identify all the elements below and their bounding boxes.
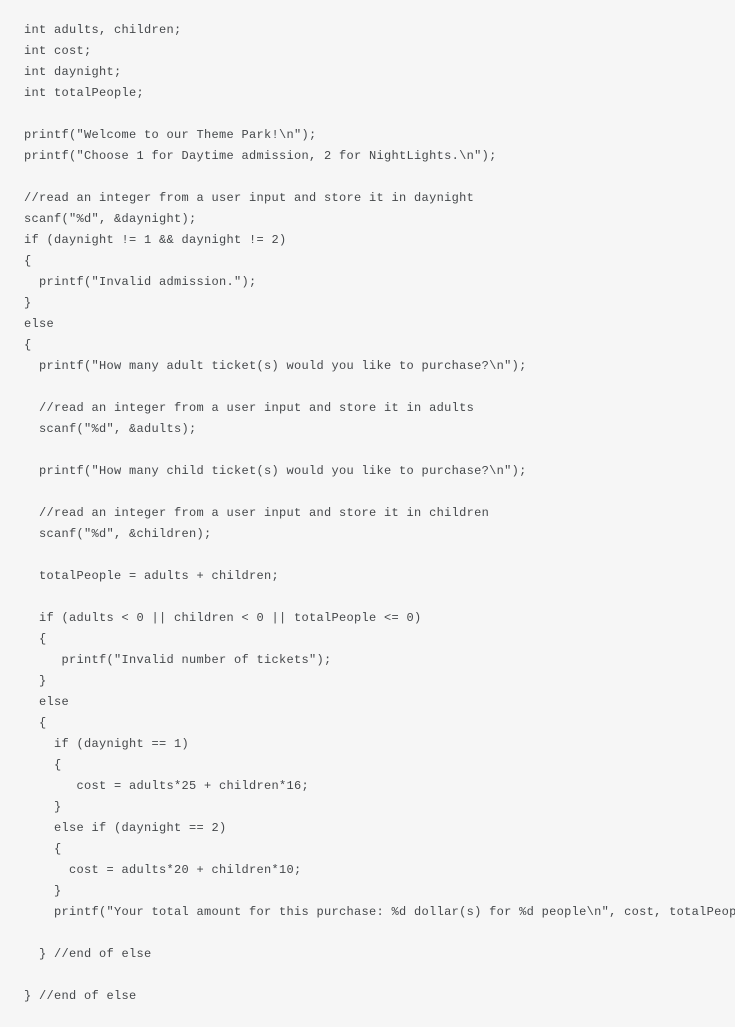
code-line	[24, 545, 711, 566]
code-line	[24, 440, 711, 461]
code-line	[24, 965, 711, 986]
code-line: }	[24, 671, 711, 692]
code-line: {	[24, 251, 711, 272]
code-line: }	[24, 881, 711, 902]
code-line	[24, 377, 711, 398]
code-line: printf("Invalid number of tickets");	[24, 650, 711, 671]
code-line: {	[24, 629, 711, 650]
code-line: printf("Invalid admission.");	[24, 272, 711, 293]
code-line: scanf("%d", &daynight);	[24, 209, 711, 230]
code-line: printf("Your total amount for this purch…	[24, 902, 711, 923]
code-line	[24, 587, 711, 608]
code-line: int totalPeople;	[24, 83, 711, 104]
code-line: cost = adults*20 + children*10;	[24, 860, 711, 881]
code-line: int daynight;	[24, 62, 711, 83]
code-line: if (adults < 0 || children < 0 || totalP…	[24, 608, 711, 629]
code-line: } //end of else	[24, 944, 711, 965]
code-line	[24, 482, 711, 503]
code-line: scanf("%d", &adults);	[24, 419, 711, 440]
code-line: printf("Choose 1 for Daytime admission, …	[24, 146, 711, 167]
code-line	[24, 167, 711, 188]
code-line: //read an integer from a user input and …	[24, 398, 711, 419]
code-line: }	[24, 797, 711, 818]
code-line: cost = adults*25 + children*16;	[24, 776, 711, 797]
code-line	[24, 923, 711, 944]
code-line: } //end of else	[24, 986, 711, 1007]
code-line: scanf("%d", &children);	[24, 524, 711, 545]
code-line: int cost;	[24, 41, 711, 62]
code-line: else	[24, 314, 711, 335]
code-line: int adults, children;	[24, 20, 711, 41]
code-line: totalPeople = adults + children;	[24, 566, 711, 587]
code-line: if (daynight == 1)	[24, 734, 711, 755]
code-line: printf("Welcome to our Theme Park!\n");	[24, 125, 711, 146]
code-line: printf("How many child ticket(s) would y…	[24, 461, 711, 482]
code-line	[24, 104, 711, 125]
code-line: {	[24, 335, 711, 356]
code-line: }	[24, 293, 711, 314]
code-block: int adults, children;int cost;int daynig…	[24, 20, 711, 1007]
code-line: else if (daynight == 2)	[24, 818, 711, 839]
code-line: else	[24, 692, 711, 713]
code-line: {	[24, 839, 711, 860]
code-line: if (daynight != 1 && daynight != 2)	[24, 230, 711, 251]
code-line: {	[24, 755, 711, 776]
code-line: {	[24, 713, 711, 734]
code-line: printf("How many adult ticket(s) would y…	[24, 356, 711, 377]
code-line: //read an integer from a user input and …	[24, 188, 711, 209]
code-line: //read an integer from a user input and …	[24, 503, 711, 524]
